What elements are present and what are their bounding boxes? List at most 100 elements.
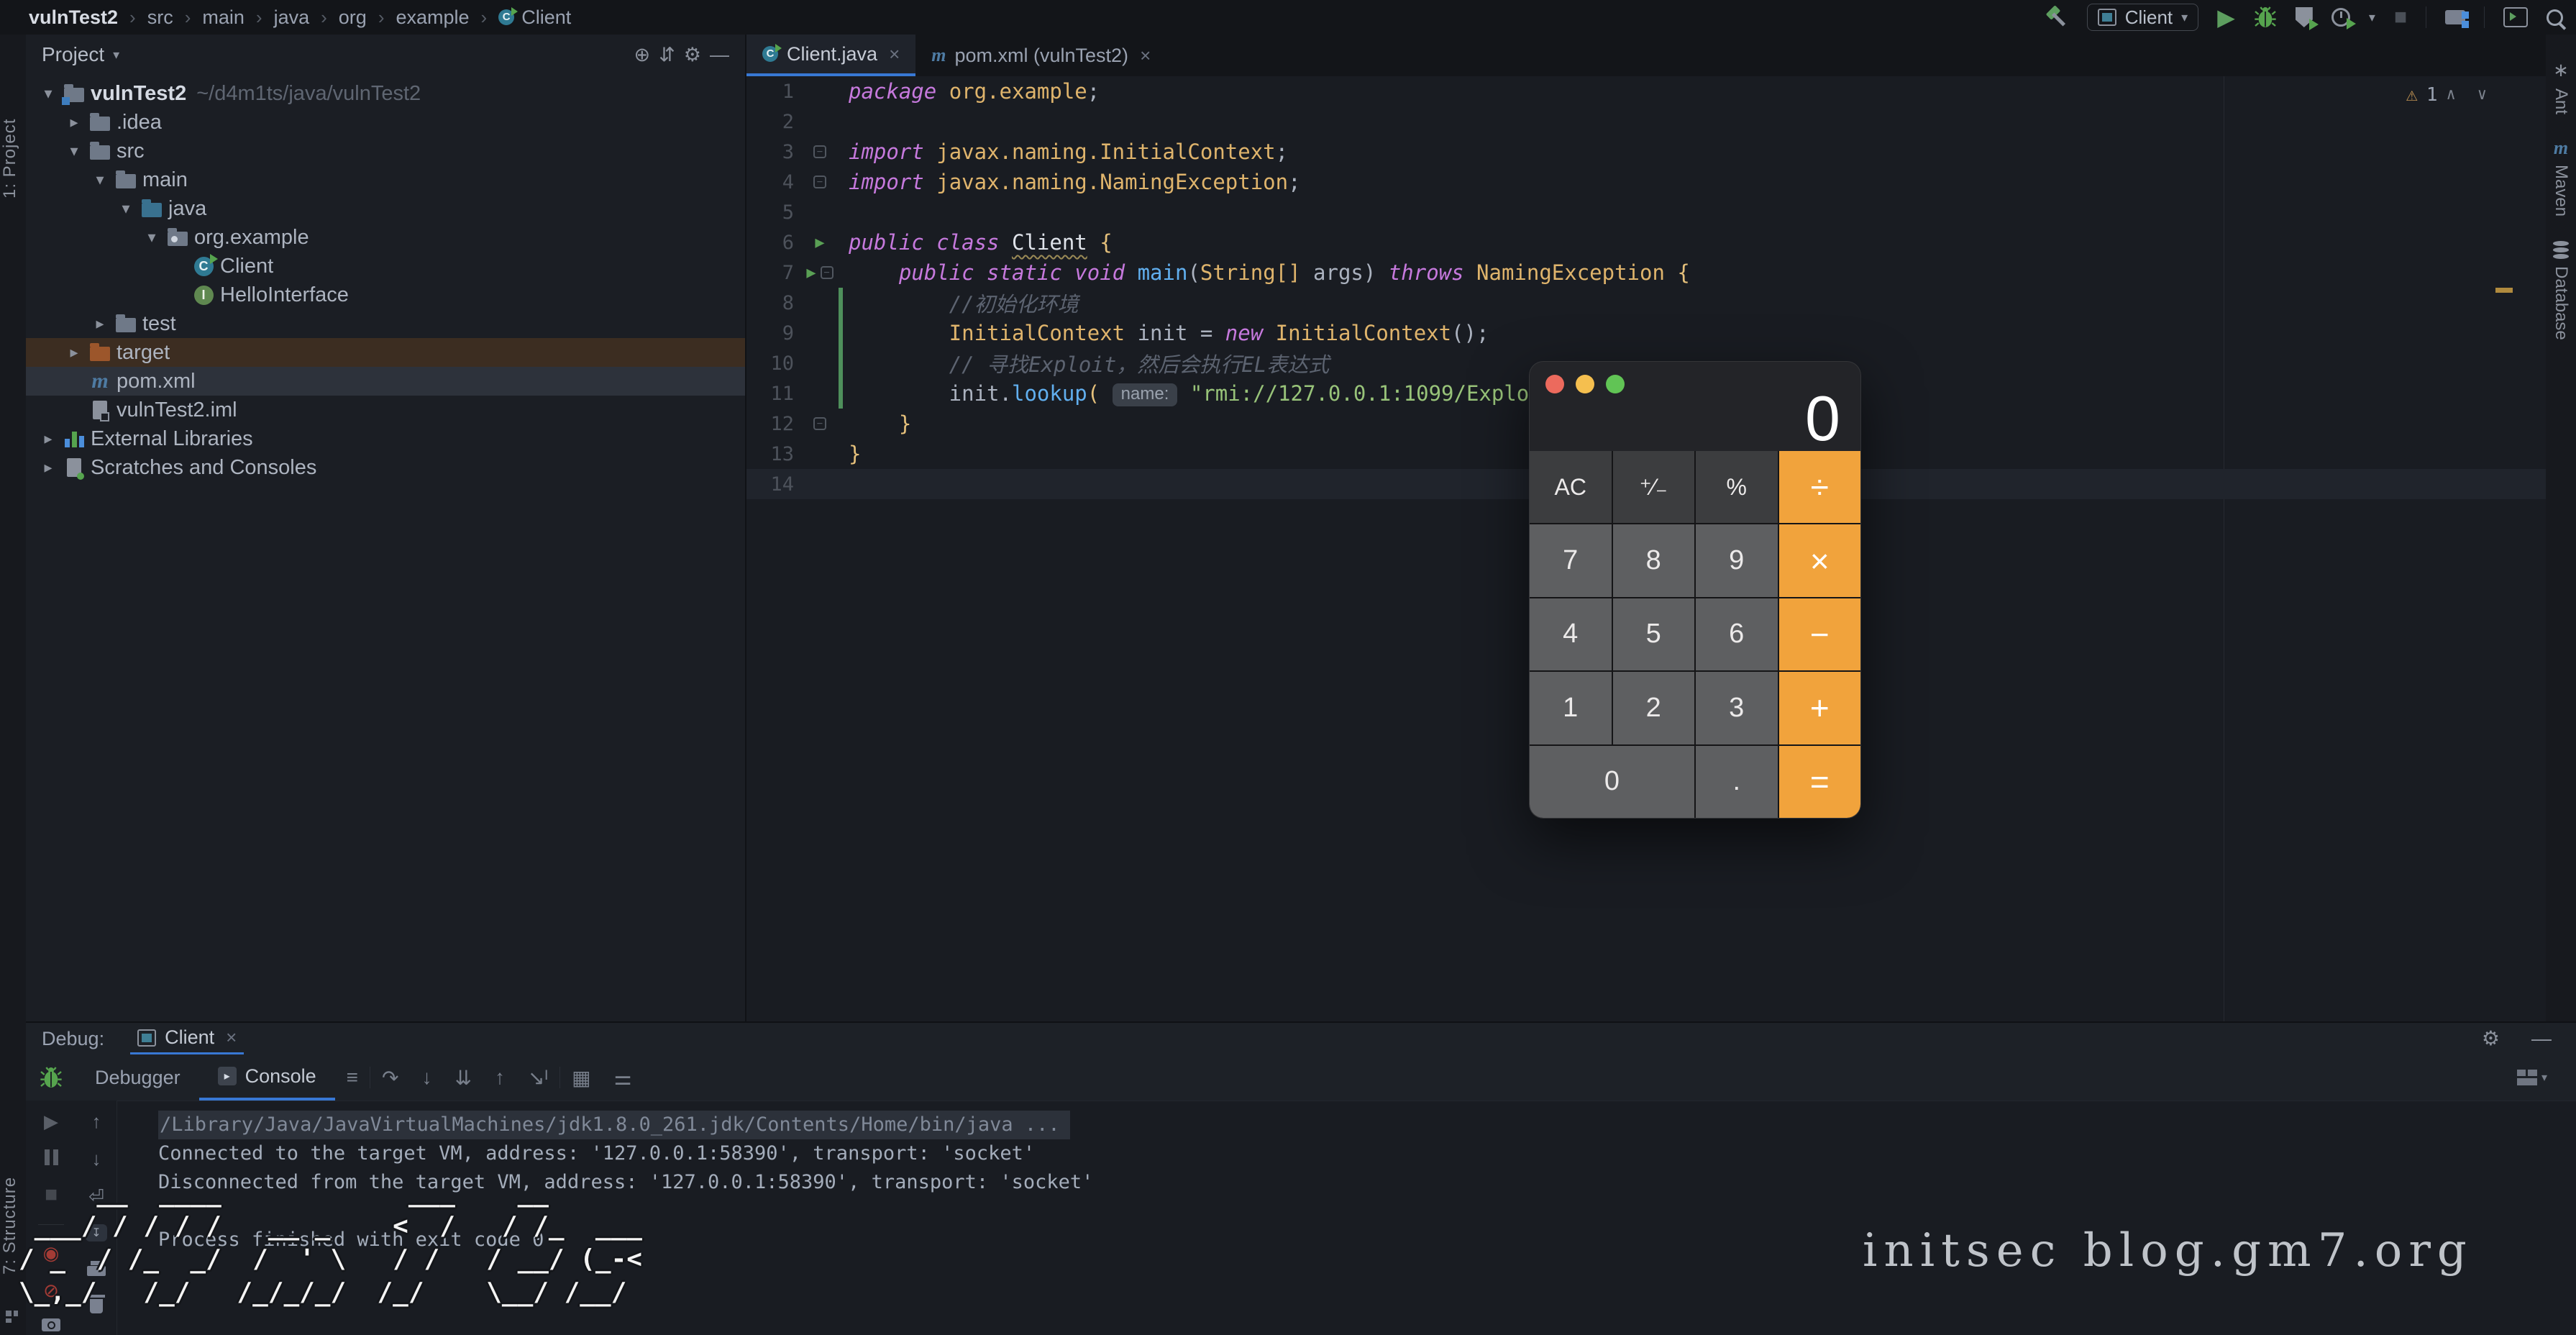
breadcrumb-item-example[interactable]: example	[396, 6, 469, 29]
fold-icon[interactable]: −	[821, 266, 833, 279]
tree-item-pom.xml[interactable]: mpom.xml	[26, 367, 745, 396]
tree-item-Client[interactable]: CClient	[26, 252, 745, 281]
search-everywhere-icon[interactable]	[2547, 9, 2563, 26]
calc-button-=[interactable]: =	[1779, 746, 1861, 818]
tree-item-External Libraries[interactable]: ▸External Libraries	[26, 424, 745, 453]
locate-icon[interactable]: ⊕	[634, 45, 651, 65]
tree-chevron-icon[interactable]: ▸	[36, 458, 60, 477]
tree-item-org.example[interactable]: ▾org.example	[26, 223, 745, 252]
run-config-label: Client	[2125, 6, 2173, 29]
fold-icon[interactable]: −	[813, 145, 826, 158]
hide-panel-icon[interactable]: —	[2531, 1029, 2552, 1049]
tab-pom-xml[interactable]: m pom.xml (vulnTest2) ×	[915, 35, 1166, 76]
tree-chevron-icon[interactable]: ▸	[62, 113, 86, 132]
build-icon[interactable]	[2045, 6, 2068, 29]
resume-icon[interactable]: ▶	[44, 1112, 58, 1131]
tab-client-java[interactable]: C Client.java ×	[746, 35, 915, 76]
tool-window-database-button[interactable]: Database	[2546, 241, 2576, 340]
calc-button-9[interactable]: 9	[1696, 524, 1778, 596]
restore-layout-icon[interactable]: ▾	[2517, 1070, 2547, 1085]
line-number: 7	[746, 262, 801, 284]
calc-button-%[interactable]: %	[1696, 451, 1778, 523]
hide-panel-icon[interactable]: —	[710, 45, 729, 65]
calc-button-1[interactable]: 1	[1530, 672, 1612, 744]
calc-button-AC[interactable]: AC	[1530, 451, 1612, 523]
tree-chevron-icon[interactable]: ▾	[114, 199, 138, 218]
calc-button-6[interactable]: 6	[1696, 598, 1778, 670]
calculator-window[interactable]: 0 AC⁺⁄₋%÷789×456−123+0.=	[1529, 361, 1861, 819]
breadcrumb-item-java[interactable]: java	[274, 6, 310, 29]
tree-chevron-icon[interactable]: ▾	[88, 170, 112, 189]
up-stack-icon[interactable]: ↑	[92, 1112, 101, 1131]
calc-button-3[interactable]: 3	[1696, 672, 1778, 744]
calc-button-4[interactable]: 4	[1530, 598, 1612, 670]
fold-icon[interactable]: −	[813, 176, 826, 188]
chevron-down-icon[interactable]: ▾	[113, 47, 119, 63]
gear-icon[interactable]: ⚙	[2482, 1029, 2500, 1049]
tool-window-ant-button[interactable]: ∗Ant	[2546, 59, 2576, 114]
calc-button-5[interactable]: 5	[1613, 598, 1695, 670]
tab-debugger[interactable]: Debugger	[76, 1054, 199, 1101]
collapse-all-icon[interactable]: ⇵	[659, 45, 675, 65]
tree-item-java[interactable]: ▾java	[26, 194, 745, 223]
tab-console[interactable]: ▸ Console	[199, 1054, 335, 1101]
close-icon[interactable]: ×	[226, 1026, 237, 1049]
breadcrumb-item-vulnTest2[interactable]: vulnTest2	[29, 6, 118, 29]
calc-button-8[interactable]: 8	[1613, 524, 1695, 596]
tool-window-maven-button[interactable]: mMaven	[2546, 139, 2576, 217]
tree-item-.idea[interactable]: ▸.idea	[26, 108, 745, 137]
tree-item-vulnTest2[interactable]: ▾vulnTest2~/d4m1ts/java/vulnTest2	[26, 79, 745, 108]
calc-button-÷[interactable]: ÷	[1779, 451, 1861, 523]
tool-window-project-button[interactable]: 1: Project	[0, 79, 26, 237]
evaluate-expression-icon[interactable]: ▦	[560, 1066, 602, 1090]
calc-button-.[interactable]: .	[1696, 746, 1778, 818]
tree-chevron-icon[interactable]: ▾	[36, 84, 60, 103]
breadcrumb-item-org[interactable]: org	[339, 6, 367, 29]
calc-button-×[interactable]: ×	[1779, 524, 1861, 596]
terminal-icon[interactable]	[2503, 7, 2528, 27]
rerun-debug-icon[interactable]	[26, 1066, 76, 1089]
line-number: 3	[746, 141, 801, 163]
tree-chevron-icon[interactable]: ▸	[62, 343, 86, 362]
tree-chevron-icon[interactable]: ▸	[88, 314, 112, 333]
tree-item-test[interactable]: ▸test	[26, 309, 745, 338]
close-icon[interactable]: ×	[1140, 45, 1151, 67]
options-menu-icon[interactable]: ≡	[335, 1066, 370, 1089]
breadcrumb-item-Client[interactable]: CClient	[498, 6, 571, 29]
calc-button-0[interactable]: 0	[1530, 746, 1694, 818]
tree-chevron-icon[interactable]: ▾	[140, 228, 164, 247]
close-icon[interactable]: ×	[889, 43, 900, 65]
run-gutter-icon[interactable]: ▶	[806, 264, 816, 282]
fold-icon[interactable]: −	[813, 417, 826, 430]
run-config-selector[interactable]: Client ▾	[2087, 4, 2199, 31]
calc-button-−[interactable]: −	[1779, 598, 1861, 670]
calc-button-2[interactable]: 2	[1613, 672, 1695, 744]
debug-session-tab[interactable]: Client ×	[130, 1023, 244, 1054]
breadcrumb-item-src[interactable]: src	[147, 6, 173, 29]
tree-item-target[interactable]: ▸target	[26, 338, 745, 367]
gear-icon[interactable]: ⚙	[684, 45, 701, 65]
breadcrumb-item-main[interactable]: main	[202, 6, 245, 29]
profiler-button[interactable]	[2331, 8, 2350, 27]
run-button[interactable]: ▶	[2217, 6, 2235, 29]
tree-chevron-icon[interactable]: ▾	[62, 142, 86, 160]
down-stack-icon[interactable]: ↓	[92, 1149, 101, 1168]
calc-button-7[interactable]: 7	[1530, 524, 1612, 596]
debug-button[interactable]	[2254, 6, 2277, 29]
tree-chevron-icon[interactable]: ▸	[36, 429, 60, 448]
coverage-button[interactable]	[2296, 7, 2313, 27]
tree-item-src[interactable]: ▾src	[26, 137, 745, 165]
calc-button-⁺⁄₋[interactable]: ⁺⁄₋	[1613, 451, 1695, 523]
profiler-chevron-icon[interactable]: ▾	[2369, 10, 2375, 25]
tree-item-main[interactable]: ▾main	[26, 165, 745, 194]
tree-item-HelloInterface[interactable]: IHelloInterface	[26, 281, 745, 309]
project-structure-icon[interactable]	[2445, 10, 2465, 24]
thread-dump-icon[interactable]	[42, 1318, 60, 1331]
folder-icon	[112, 316, 140, 332]
view-options-icon[interactable]: ⚌	[603, 1066, 644, 1090]
run-gutter-icon[interactable]: ▶	[815, 234, 824, 252]
tree-item-vulnTest2.iml[interactable]: vulnTest2.iml	[26, 396, 745, 424]
calc-button-+[interactable]: +	[1779, 672, 1861, 744]
tree-item-Scratches and Consoles[interactable]: ▸Scratches and Consoles	[26, 453, 745, 482]
tool-windows-toggle-icon[interactable]	[6, 1311, 20, 1325]
